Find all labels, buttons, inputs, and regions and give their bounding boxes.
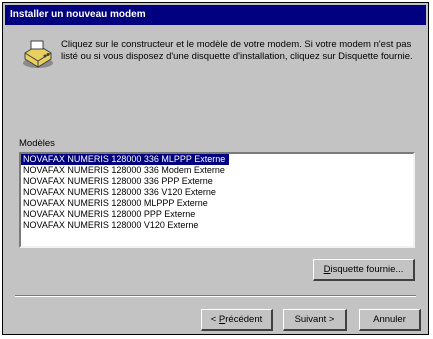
cancel-button[interactable]: Annuler (359, 309, 421, 331)
list-item[interactable]: NOVAFAX NUMERIS 128000 336 V120 Externe (21, 187, 413, 198)
models-listbox[interactable]: NOVAFAX NUMERIS 128000 336 MLPPP Externe… (19, 152, 415, 248)
window-title: Installer un nouveau modem (10, 9, 146, 20)
back-label: récédent (225, 314, 263, 325)
list-item[interactable]: NOVAFAX NUMERIS 128000 PPP Externe (21, 209, 413, 220)
list-item[interactable]: NOVAFAX NUMERIS 128000 V120 Externe (21, 220, 413, 231)
disk-provided-button[interactable]: Disquette fournie... (313, 259, 415, 281)
models-label: Modèles (19, 138, 55, 149)
next-button[interactable]: Suivant > (283, 309, 347, 331)
separator (15, 295, 416, 297)
disk-label: isquette fournie... (330, 264, 404, 275)
modem-install-icon (23, 40, 53, 68)
instructions-text: Cliquez sur le constructeur et le modèle… (61, 39, 413, 62)
list-item[interactable]: NOVAFAX NUMERIS 128000 336 Modem Externe (21, 165, 413, 176)
title-bar: Installer un nouveau modem (5, 5, 426, 25)
list-item[interactable]: NOVAFAX NUMERIS 128000 336 PPP Externe (21, 176, 413, 187)
back-button[interactable]: < Précédent (201, 309, 273, 331)
list-item[interactable]: NOVAFAX NUMERIS 128000 336 MLPPP Externe (21, 154, 230, 165)
back-prefix: < (210, 314, 219, 325)
list-item[interactable]: NOVAFAX NUMERIS 128000 MLPPP Externe (21, 198, 413, 209)
install-modem-dialog: Installer un nouveau modem Cliquez sur l… (2, 2, 429, 335)
